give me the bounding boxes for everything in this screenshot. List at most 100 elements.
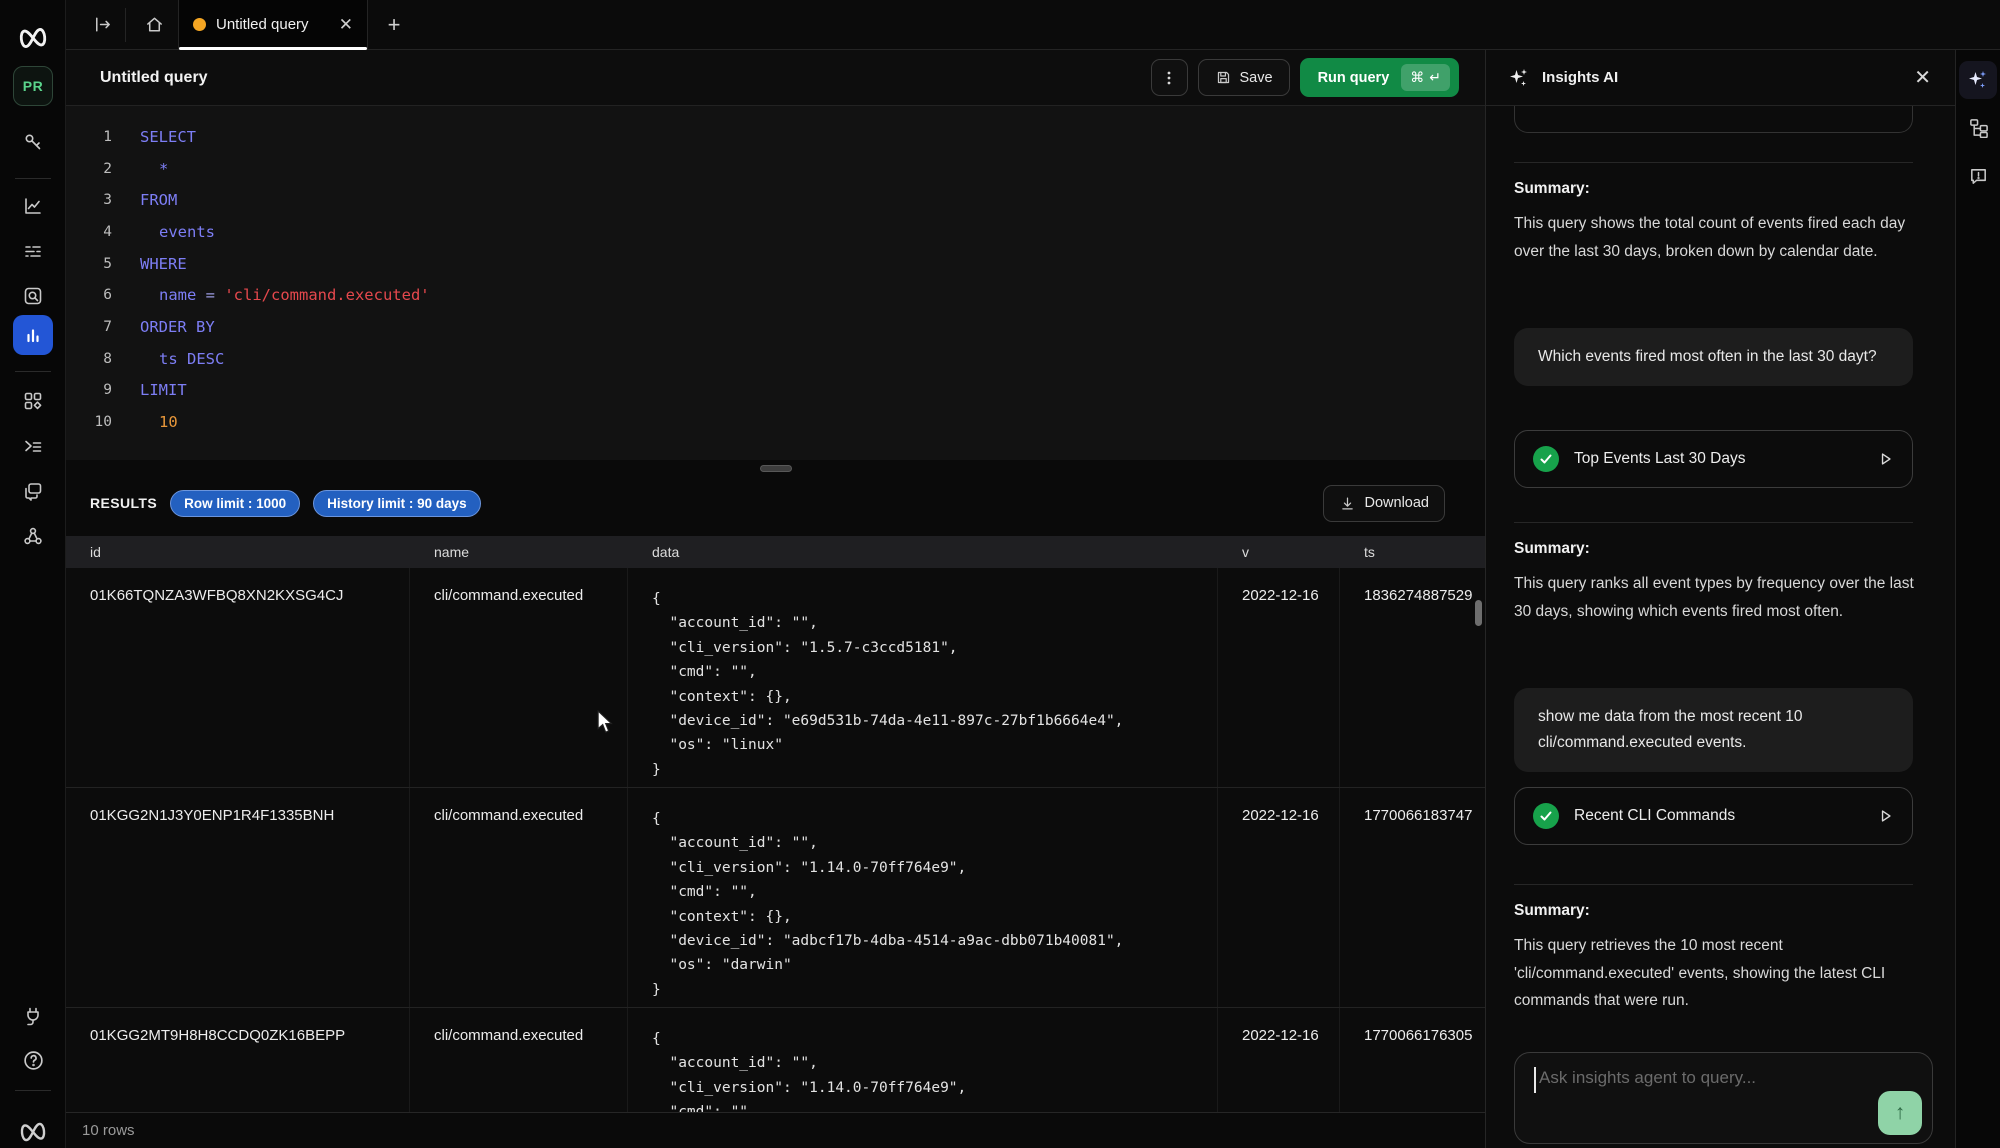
cell-id: 01KGG2N1J3Y0ENP1R4F1335BNH <box>66 788 410 1007</box>
cell-data: { "account_id": "", "cli_version": "1.14… <box>628 788 1218 1007</box>
schema-tree-icon[interactable] <box>1959 108 1997 146</box>
sql-token: * <box>159 160 168 178</box>
saved-query-card[interactable]: Recent CLI Commands <box>1514 787 1913 845</box>
table-row[interactable]: 01KGG2MT9H8H8CCDQ0ZK16BEPP cli/command.e… <box>66 1008 1485 1112</box>
play-icon[interactable] <box>1876 807 1894 825</box>
cell-data: { "account_id": "", "cli_version": "1.5.… <box>628 568 1218 787</box>
play-icon[interactable] <box>1876 450 1894 468</box>
summary-label: Summary: <box>1514 540 1590 558</box>
table-scrollbar-thumb[interactable] <box>1475 600 1482 626</box>
code-line: 3FROM <box>66 184 1485 216</box>
more-options-button[interactable] <box>1151 59 1188 96</box>
run-query-label: Run query <box>1318 70 1390 86</box>
cell-v: 2022-12-16 <box>1218 1008 1340 1112</box>
resize-handle[interactable] <box>760 465 792 472</box>
new-tab-button[interactable]: + <box>372 0 416 49</box>
json-line: "device_id": "adbcf17b-4dba-4514-a9ac-db… <box>652 929 1217 953</box>
avatar[interactable]: PR <box>13 66 53 106</box>
results-label: RESULTS <box>90 495 157 511</box>
cell-data: { "account_id": "", "cli_version": "1.14… <box>628 1008 1218 1112</box>
json-line: "cli_version": "1.14.0-70ff764e9", <box>652 1076 1217 1100</box>
code-line: 6name = 'cli/command.executed' <box>66 279 1485 311</box>
arrow-up-icon: ↑ <box>1895 1101 1906 1125</box>
avatar-initials: PR <box>23 78 43 94</box>
page-title: Untitled query <box>100 69 208 87</box>
json-line: "cmd": "", <box>652 660 1217 684</box>
app-window: PR <box>0 0 2000 1148</box>
cell-name: cli/command.executed <box>410 788 628 1007</box>
sql-token: events <box>159 223 215 241</box>
code-line: 2* <box>66 153 1485 185</box>
sparkles-icon <box>1508 67 1530 89</box>
ask-agent-input[interactable] <box>1515 1053 1932 1143</box>
line-number: 1 <box>66 129 112 145</box>
column-header-id[interactable]: id <box>66 544 410 560</box>
header-actions: Save Run query ⌘ ↵ <box>1151 58 1460 97</box>
tab-close-icon[interactable]: ✕ <box>339 15 353 35</box>
sidebar-divider <box>15 1090 51 1091</box>
tab-untitled-query[interactable]: Untitled query ✕ <box>178 0 368 49</box>
sql-string: 'cli/command.executed' <box>224 286 429 304</box>
history-limit-badge[interactable]: History limit : 90 days <box>313 490 481 517</box>
json-line: "account_id": "", <box>652 831 1217 855</box>
code-line: 5WHERE <box>66 248 1485 280</box>
user-question-bubble: Which events fired most often in the las… <box>1514 328 1913 386</box>
send-button[interactable]: ↑ <box>1878 1091 1922 1135</box>
insights-ai-rail-icon[interactable] <box>1959 61 1997 99</box>
user-question-text: show me data from the most recent 10 cli… <box>1538 708 1802 751</box>
results-toolbar: RESULTS Row limit : 1000 History limit :… <box>66 478 1485 528</box>
json-line: "context": {}, <box>652 905 1217 929</box>
api-key-icon[interactable] <box>13 122 53 162</box>
panel-resize-strip <box>66 460 1485 478</box>
save-button[interactable]: Save <box>1198 59 1290 96</box>
feedback-icon[interactable] <box>1959 157 1997 195</box>
query-workspace: Untitled query Save Run query ⌘ ↵ <box>66 50 1485 1148</box>
sql-token: FROM <box>140 191 177 209</box>
summary-label: Summary: <box>1514 902 1590 920</box>
sidebar-toggle-button[interactable] <box>80 0 124 49</box>
column-header-data[interactable]: data <box>628 544 1218 560</box>
apps-grid-icon[interactable] <box>13 381 53 421</box>
run-query-button[interactable]: Run query ⌘ ↵ <box>1300 58 1459 97</box>
console-icon[interactable] <box>13 426 53 466</box>
saved-query-card[interactable]: Top Events Last 30 Days <box>1514 430 1913 488</box>
insights-header: Insights AI ✕ <box>1486 50 1955 106</box>
table-row[interactable]: 01KGG2N1J3Y0ENP1R4F1335BNH cli/command.e… <box>66 788 1485 1008</box>
code-line: 7ORDER BY <box>66 311 1485 343</box>
line-number: 6 <box>66 287 112 303</box>
cell-ts: 1770066183747 <box>1340 788 1485 1007</box>
help-icon[interactable] <box>13 1040 53 1080</box>
query-card-label: Top Events Last 30 Days <box>1574 450 1745 468</box>
sql-editor[interactable]: 1SELECT 2* 3FROM 4events 5WHERE 6name = … <box>66 106 1485 460</box>
code-line: 1010 <box>66 406 1485 438</box>
chat-icon[interactable] <box>13 471 53 511</box>
save-label: Save <box>1240 70 1273 86</box>
download-button[interactable]: Download <box>1323 485 1446 522</box>
query-search-icon[interactable] <box>13 276 53 316</box>
row-count: 10 rows <box>82 1122 135 1139</box>
json-line: } <box>652 758 1217 782</box>
summary-text: This query retrieves the 10 most recent … <box>1514 932 1922 1015</box>
webhook-icon[interactable] <box>13 516 53 556</box>
column-header-ts[interactable]: ts <box>1340 544 1485 560</box>
column-header-name[interactable]: name <box>410 544 628 560</box>
results-footer: 10 rows <box>66 1112 1485 1148</box>
json-line: { <box>652 1027 1217 1051</box>
event-list-icon[interactable] <box>13 231 53 271</box>
json-line: "cli_version": "1.5.7-c3ccd5181", <box>652 636 1217 660</box>
plug-integration-icon[interactable] <box>13 996 53 1036</box>
query-card-label: Recent CLI Commands <box>1574 807 1735 825</box>
line-number: 2 <box>66 161 112 177</box>
row-limit-badge[interactable]: Row limit : 1000 <box>170 490 300 517</box>
json-line: "account_id": "", <box>652 1051 1217 1075</box>
insights-ai-panel: Insights AI ✕ Summary: This query shows … <box>1485 50 1955 1148</box>
table-row[interactable]: 01K66TQNZA3WFBQ8XN2KXSG4CJ cli/command.e… <box>66 568 1485 788</box>
close-icon[interactable]: ✕ <box>1914 65 1931 90</box>
sql-explorer-icon[interactable] <box>13 315 53 355</box>
analytics-chart-icon[interactable] <box>13 186 53 226</box>
sql-token: ts DESC <box>159 350 224 368</box>
column-header-v[interactable]: v <box>1218 544 1340 560</box>
infinity-footer-icon <box>13 1112 53 1148</box>
home-button[interactable] <box>132 0 176 49</box>
save-icon <box>1215 69 1232 86</box>
